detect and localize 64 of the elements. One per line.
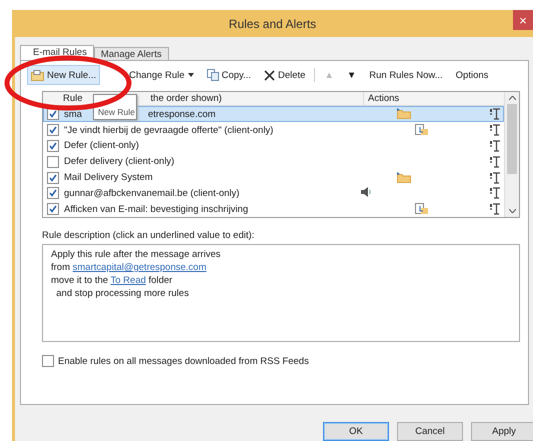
folder-icon	[397, 108, 411, 120]
dialog-button[interactable]: Apply	[471, 422, 533, 441]
text-format-icon	[490, 124, 501, 136]
move-down-button[interactable]: ▼	[342, 65, 360, 85]
caret-icon	[188, 73, 194, 77]
text-format-icon	[490, 140, 501, 152]
description-line: Apply this rule after the message arrives	[51, 248, 222, 261]
delete-button[interactable]: Delete	[260, 65, 310, 85]
rule-name: Mail Delivery System	[64, 172, 153, 184]
speaker-icon	[361, 187, 372, 198]
rule-row[interactable]: Afficken van E-mail: bevestiging inschrijving	[43, 201, 504, 218]
description-line: move it to the To Read folder	[51, 274, 174, 287]
dialog-button[interactable]: OK	[323, 422, 389, 441]
value-link[interactable]: smartcapital@getresponse.com	[72, 262, 206, 273]
delete-icon	[264, 70, 275, 80]
column-header[interactable]: the order shown)	[150, 93, 222, 104]
rule-row[interactable]: gunnar@afbckenvanemail.be (client-only)	[43, 185, 504, 202]
text-format-icon	[490, 187, 501, 200]
copy-button[interactable]: Copy...	[202, 65, 255, 85]
copy-icon	[206, 69, 219, 81]
rule-row[interactable]: "Je vindt hierbij de gevraagde offerte" (client-only)	[43, 122, 504, 138]
toolbar-button[interactable]: Options	[452, 65, 492, 85]
column-header[interactable]: Rule	[63, 93, 83, 104]
new-rule-button[interactable]: New Rule...	[27, 65, 100, 85]
rule-name: sma	[64, 108, 82, 120]
description-line: and stop processing more rules	[55, 287, 190, 300]
rule-checkbox[interactable]	[47, 172, 59, 184]
dialog-button[interactable]: Cancel	[397, 422, 463, 441]
rule-checkbox[interactable]	[47, 140, 59, 152]
scrollbar[interactable]	[504, 92, 519, 217]
rule-checkbox[interactable]	[47, 124, 59, 136]
scroll-down-icon	[508, 209, 516, 213]
folder-icon	[397, 172, 411, 183]
rss-option-label: Enable rules on all messages downloaded from RSS Feeds	[58, 356, 309, 366]
rule-row[interactable]: Mail Delivery System	[43, 170, 504, 186]
tab[interactable]: Manage Alerts	[94, 47, 169, 60]
rule-checkbox[interactable]	[47, 156, 59, 168]
scroll-up-icon	[508, 96, 516, 100]
rule-checkbox[interactable]	[47, 187, 59, 200]
copy-to-folder-icon	[415, 124, 429, 136]
text-format-icon	[490, 156, 501, 168]
text-format-icon	[490, 203, 501, 216]
folder-icon	[31, 70, 44, 80]
rule-name: "Je vindt hierbij de gevraagde offerte" (client-only)	[64, 124, 274, 136]
rule-checkbox[interactable]	[47, 203, 59, 216]
rule-name: Defer (client-only)	[64, 140, 139, 152]
rule-name: etresponse.com	[148, 108, 216, 120]
rule-name: Defer delivery (client-only)	[64, 156, 174, 168]
rule-row[interactable]: Defer (client-only)	[43, 138, 504, 154]
toolbar-button[interactable]: Run Rules Now...	[365, 65, 447, 85]
value-link[interactable]: To Read	[110, 275, 146, 286]
description-line: from smartcapital@getresponse.com	[51, 261, 208, 274]
description-label: Rule description (click an underlined value to edit):	[42, 230, 256, 241]
rule-name: gunnar@afbckenvanemail.be (client-only)	[64, 188, 240, 199]
column-header[interactable]: Actions	[368, 93, 400, 104]
text-format-icon	[490, 108, 501, 120]
rule-row[interactable]: Defer delivery (client-only)	[43, 154, 504, 170]
close-button[interactable]: ×	[513, 10, 533, 30]
rule-name: Afficken van E-mail: bevestiging inschrijving	[64, 204, 248, 215]
text-format-icon	[490, 172, 501, 184]
change-rule-button[interactable]: Change Rule	[125, 65, 198, 85]
rss-checkbox[interactable]	[42, 355, 54, 367]
copy-to-folder-icon	[415, 203, 429, 216]
window-title: Rules and Alerts	[228, 16, 316, 30]
